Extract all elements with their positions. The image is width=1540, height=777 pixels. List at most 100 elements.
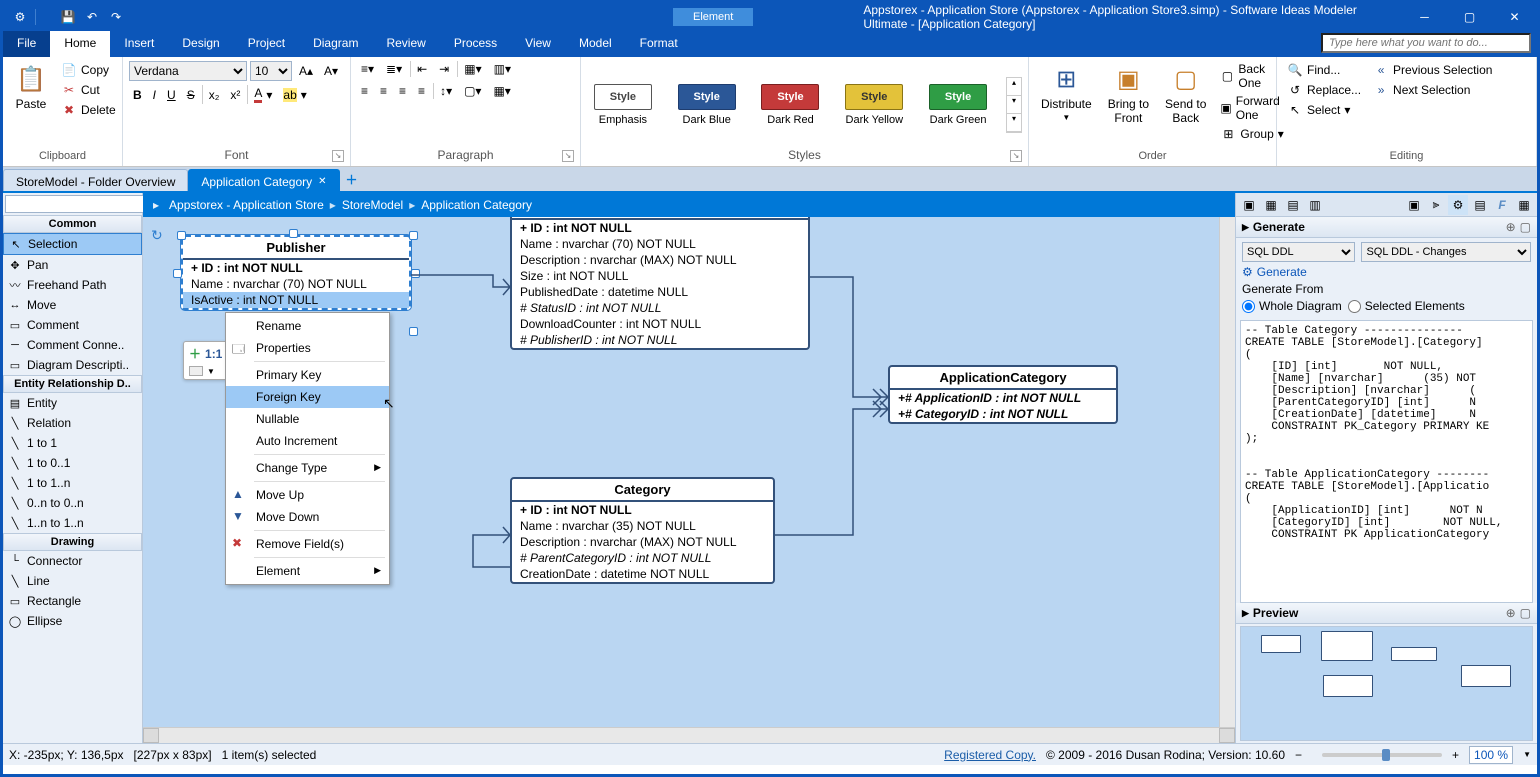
underline-button[interactable]: U (163, 85, 180, 104)
sql-output[interactable]: -- Table Category --------------- CREATE… (1240, 320, 1533, 603)
delete-button[interactable]: ✖Delete (57, 101, 120, 119)
entity-field[interactable]: IsActive : int NOT NULL (183, 292, 409, 308)
entity-application-category[interactable]: ApplicationCategory+# ApplicationID : in… (888, 365, 1118, 424)
zoom-in-button[interactable]: + (1452, 748, 1459, 762)
rotate-handle-icon[interactable]: ↻ (151, 227, 163, 244)
font-size-select[interactable]: 10 (250, 61, 292, 81)
panel-icon[interactable]: F (1492, 195, 1512, 215)
bullets-button[interactable]: ≡▾ (357, 61, 378, 77)
tool-move[interactable]: ↔Move (3, 295, 142, 315)
pin-icon[interactable]: ⊕ (1506, 220, 1516, 234)
panel-icon[interactable]: ▥ (1305, 195, 1325, 215)
generate-button[interactable]: ⚙Generate (1242, 265, 1531, 279)
font-color-button[interactable]: A▾ (247, 85, 276, 104)
breadcrumb-item[interactable]: Application Category (421, 198, 532, 212)
ctx-primary-key[interactable]: Primary Key (226, 364, 389, 386)
grow-font-button[interactable]: A▴ (295, 61, 317, 81)
color-swatch[interactable] (189, 366, 203, 376)
panel-icon[interactable]: ▣ (1404, 195, 1424, 215)
mini-toolbar[interactable]: ＋1:1 ▼ (183, 341, 228, 380)
style-dark-red[interactable]: StyleDark Red (755, 84, 827, 126)
maximize-button[interactable]: ▢ (1447, 3, 1492, 31)
distribute-button[interactable]: ⊞Distribute▼ (1035, 61, 1098, 124)
toolbox-group-header[interactable]: Drawing (3, 533, 142, 551)
close-button[interactable]: ✕ (1492, 3, 1537, 31)
justify-button[interactable]: ≡ (414, 83, 429, 99)
panel-icon[interactable]: ▦ (1261, 195, 1281, 215)
valign-button[interactable]: ▢▾ (460, 83, 485, 99)
vertical-scrollbar[interactable] (1219, 217, 1235, 727)
zoom-value[interactable]: 100 % (1469, 746, 1513, 764)
align-right-button[interactable]: ≡ (395, 83, 410, 99)
bring-front-button[interactable]: ▣Bring to Front (1102, 61, 1155, 127)
zoom-out-button[interactable]: − (1295, 748, 1302, 762)
ctx-foreign-key[interactable]: Foreign Key (226, 386, 389, 408)
entity-field[interactable]: CreationDate : datetime NOT NULL (512, 566, 773, 582)
selection-handle[interactable] (173, 269, 182, 278)
preview-panel-header[interactable]: ▶ Preview ⊕▢ (1236, 603, 1537, 624)
tool-relation[interactable]: ╲Relation (3, 413, 142, 433)
ctx-change-type[interactable]: Change Type▶ (226, 457, 389, 479)
entity-field[interactable]: Size : int NOT NULL (512, 268, 808, 284)
border-button[interactable]: ▦▾ (457, 61, 485, 77)
copy-button[interactable]: 📄Copy (57, 61, 120, 79)
tool-comment[interactable]: ▭Comment (3, 315, 142, 335)
entity-field[interactable]: # StatusID : int NOT NULL (512, 300, 808, 316)
subscript-button[interactable]: x₂ (202, 85, 224, 104)
entity-publisher[interactable]: Publisher+ ID : int NOT NULLName : nvarc… (181, 235, 411, 310)
dialog-launcher-icon[interactable]: ↘ (1010, 150, 1022, 162)
dialog-launcher-icon[interactable]: ↘ (562, 150, 574, 162)
tool-entity[interactable]: ▤Entity (3, 393, 142, 413)
ctx-move-up[interactable]: Move Up▲ (226, 484, 389, 506)
diagram-canvas[interactable]: ↻ Publisher+ ID : int NOT NULLName : nva… (143, 217, 1235, 743)
selection-handle[interactable] (289, 229, 298, 238)
strike-button[interactable]: S (183, 85, 199, 104)
panel-icon[interactable]: ⚙ (1448, 195, 1468, 215)
generator-mode-select[interactable]: SQL DDL - Changes (1361, 242, 1531, 262)
menu-home[interactable]: Home (50, 31, 110, 57)
tool-1-to-0--1[interactable]: ╲1 to 0..1 (3, 453, 142, 473)
highlight-button[interactable]: ab▾ (279, 85, 310, 104)
select-button[interactable]: ↖Select ▾ (1283, 101, 1365, 119)
selection-handle[interactable] (411, 269, 420, 278)
send-back-button[interactable]: ▢Send to Back (1159, 61, 1212, 127)
ctx-auto-increment[interactable]: Auto Increment (226, 430, 389, 452)
doc-tab[interactable]: Application Category✕ (188, 169, 339, 191)
entity-field[interactable]: + ID : int NOT NULL (183, 260, 409, 276)
minimize-button[interactable]: ─ (1402, 3, 1447, 31)
toolbox-group-header[interactable]: Entity Relationship D.. (3, 375, 142, 393)
panel-icon[interactable]: ▤ (1470, 195, 1490, 215)
tool-ellipse[interactable]: ◯Ellipse (3, 611, 142, 631)
ctx-rename[interactable]: Rename (226, 315, 389, 337)
menu-design[interactable]: Design (168, 31, 233, 57)
selection-handle[interactable] (177, 231, 186, 240)
panel-icon[interactable]: ⫸ (1426, 195, 1446, 215)
selected-elements-radio[interactable]: Selected Elements (1348, 299, 1465, 313)
preview-canvas[interactable] (1240, 626, 1533, 741)
style-gallery-scroll[interactable]: ▴ (1007, 78, 1021, 96)
add-icon[interactable]: ＋ (189, 345, 201, 362)
menu-insert[interactable]: Insert (110, 31, 168, 57)
align-left-button[interactable]: ≡ (357, 83, 372, 99)
zoom-dropdown-icon[interactable]: ▼ (1523, 750, 1531, 759)
entity-field[interactable]: Description : nvarchar (MAX) NOT NULL (512, 252, 808, 268)
breadcrumb-item[interactable]: Appstorex - Application Store (169, 198, 324, 212)
menu-file[interactable]: File (3, 31, 50, 57)
tool-rectangle[interactable]: ▭Rectangle (3, 591, 142, 611)
cut-button[interactable]: ✂Cut (57, 81, 120, 99)
entity-field[interactable]: + ID : int NOT NULL (512, 502, 773, 518)
entity-category[interactable]: Category+ ID : int NOT NULLName : nvarch… (510, 477, 775, 584)
shading-button[interactable]: ▥▾ (490, 61, 515, 77)
panel-icon[interactable]: ▣ (1239, 195, 1259, 215)
style-dark-blue[interactable]: StyleDark Blue (671, 84, 743, 126)
cell-margins-button[interactable]: ▦▾ (489, 83, 514, 99)
line-spacing-button[interactable]: ↕▾ (433, 83, 456, 99)
help-search-input[interactable] (1321, 33, 1531, 53)
entity-field[interactable]: +# CategoryID : int NOT NULL (890, 406, 1116, 422)
breadcrumb-item[interactable]: StoreModel (342, 198, 403, 212)
entity-field[interactable]: # ParentCategoryID : int NOT NULL (512, 550, 773, 566)
menu-diagram[interactable]: Diagram (299, 31, 372, 57)
align-center-button[interactable]: ≡ (376, 83, 391, 99)
new-tab-button[interactable]: ＋ (340, 167, 364, 191)
redo-icon[interactable]: ↷ (107, 8, 125, 26)
